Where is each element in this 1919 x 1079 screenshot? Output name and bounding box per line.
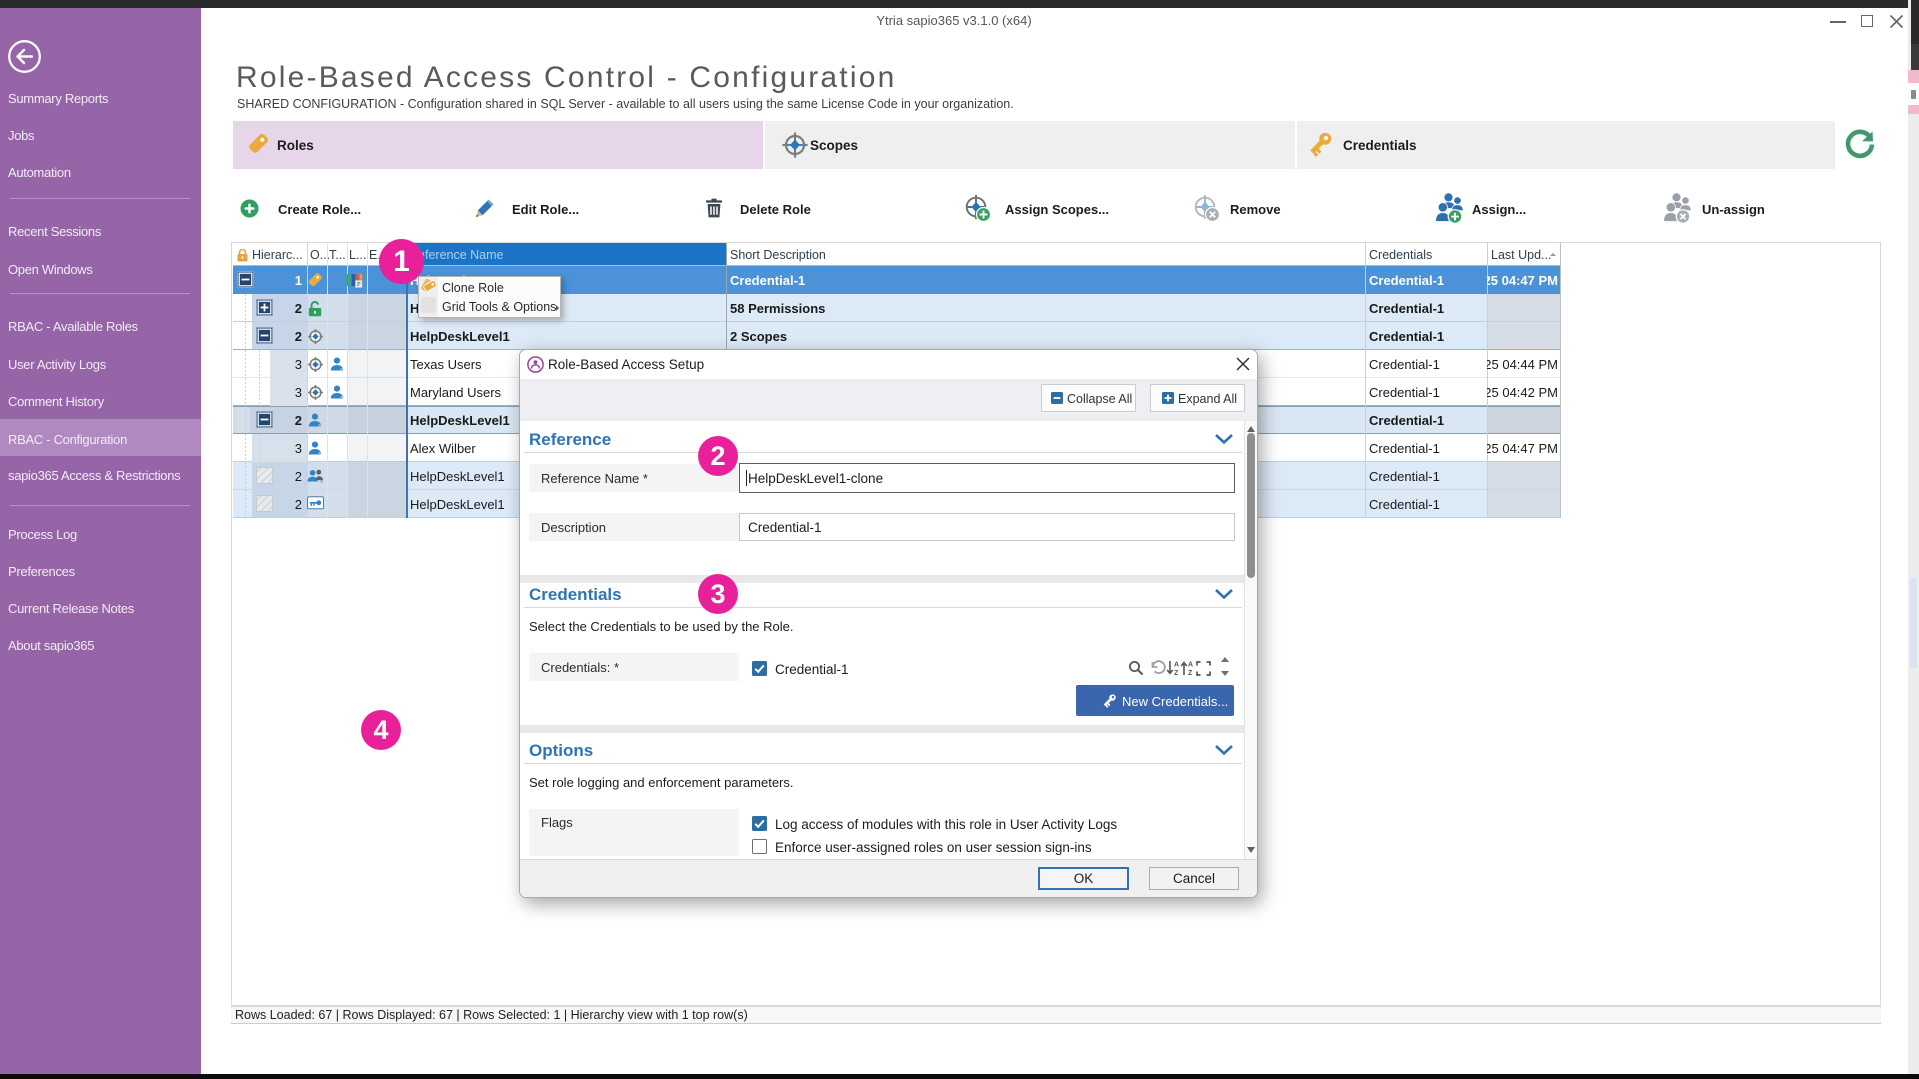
svg-text:A: A — [1174, 662, 1179, 669]
svg-text:Z: Z — [1174, 670, 1179, 676]
svg-text:A: A — [1188, 662, 1193, 669]
svg-text:Z: Z — [1188, 670, 1193, 676]
